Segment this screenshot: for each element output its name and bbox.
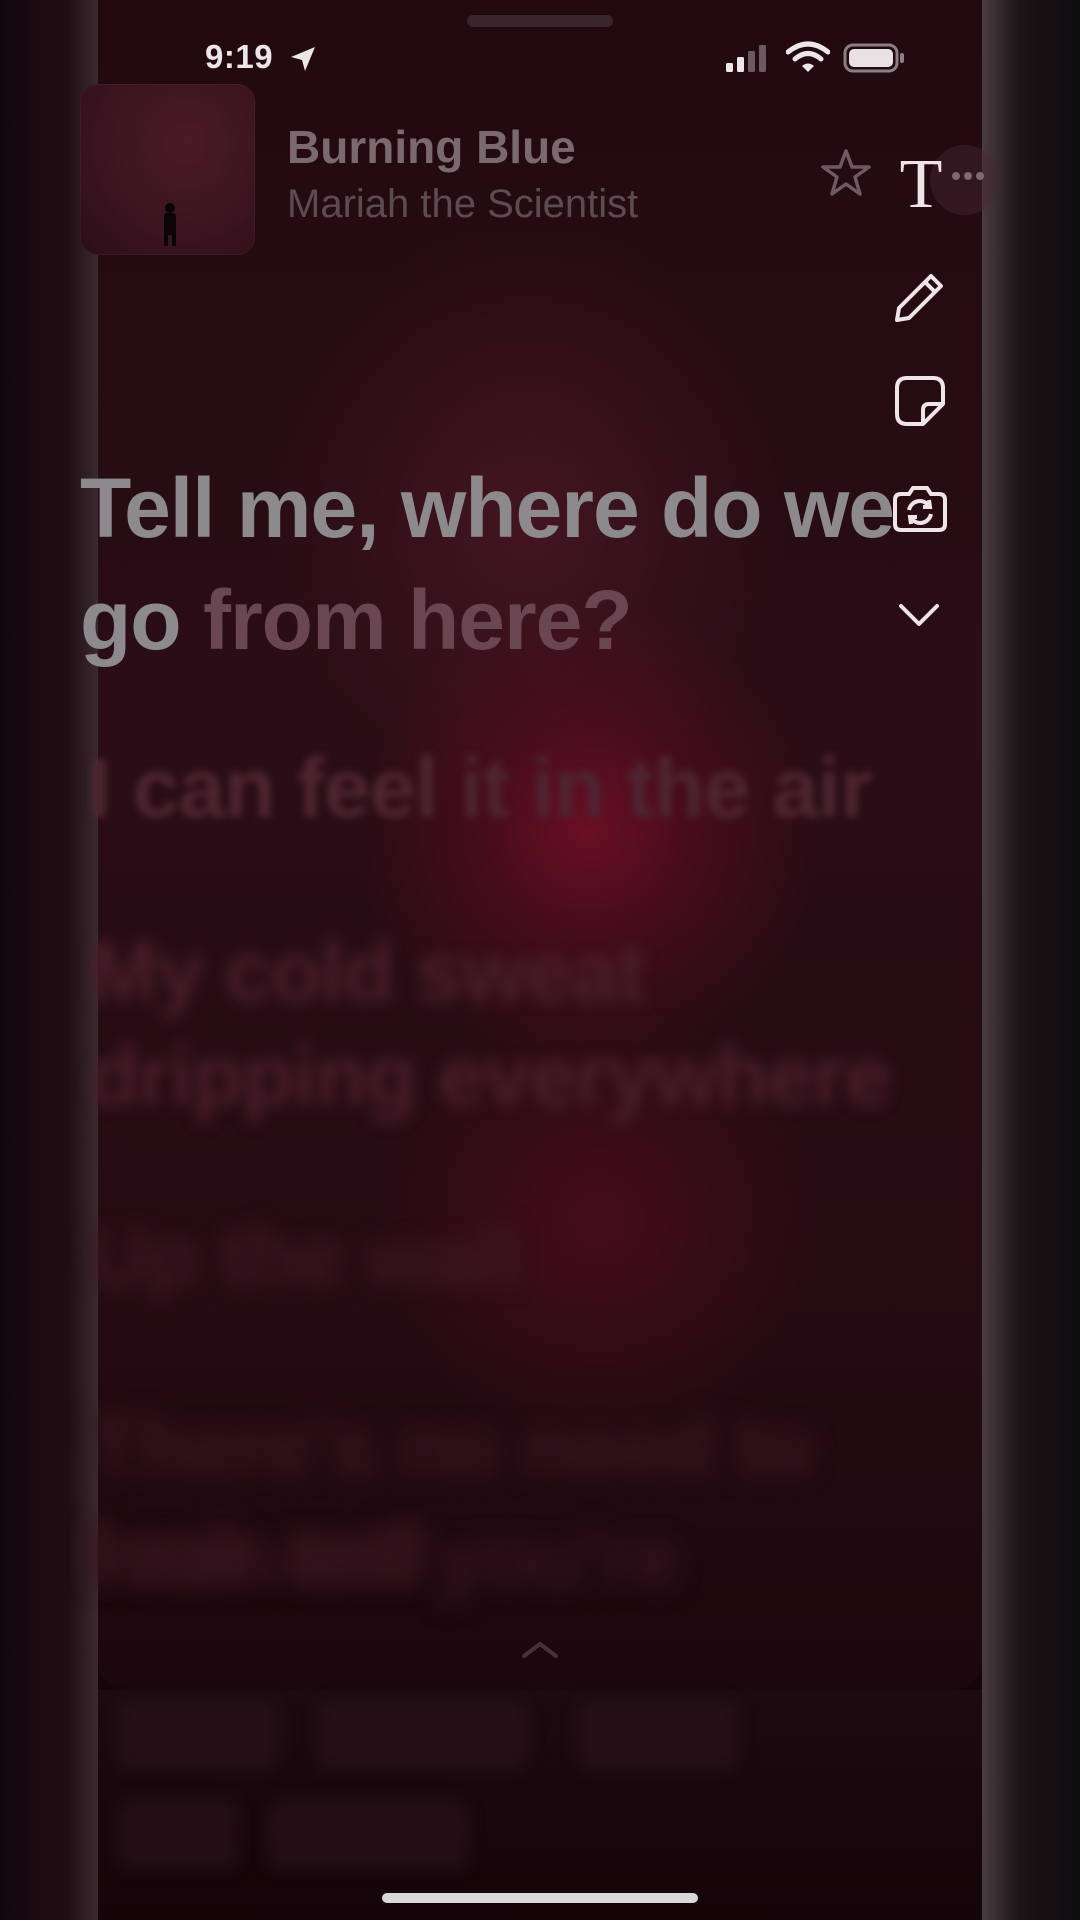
song-artist[interactable]: Mariah the Scientist	[287, 182, 638, 227]
lyric-line[interactable]: I can feel it in the air	[88, 736, 968, 840]
battery-icon	[843, 43, 904, 73]
text-tool-icon[interactable]: T	[891, 150, 951, 220]
sheet-grabber[interactable]	[467, 15, 613, 27]
right-edge-backdrop	[982, 0, 1080, 1920]
blurred-player-controls	[98, 1690, 982, 1920]
home-indicator[interactable]	[382, 1893, 698, 1903]
lyric-line[interactable]: I can tell you're	[88, 1505, 968, 1609]
album-artwork	[80, 84, 255, 255]
left-edge-backdrop	[0, 0, 98, 1920]
song-title: Burning Blue	[287, 121, 576, 173]
wifi-icon	[786, 41, 830, 72]
album-figure-silhouette	[164, 203, 176, 246]
ellipsis-icon	[952, 172, 984, 180]
lyric-line[interactable]: Up the wall	[88, 1205, 968, 1309]
pencil-icon[interactable]	[891, 270, 947, 326]
current-lyric-line[interactable]: Tell me, where do we go from here?	[80, 452, 960, 676]
upcoming-lyric-text: from here?	[202, 573, 633, 667]
lyric-line[interactable]: My cold sweat dripping everywhere	[88, 920, 968, 1128]
chevron-up-icon[interactable]	[520, 1640, 560, 1660]
location-arrow-icon	[291, 47, 315, 71]
cellular-signal-icon	[726, 45, 766, 72]
lyrics-share-screen: 9:19 Burning Blue Mariah the Scientist T…	[0, 0, 1080, 1920]
status-time: 9:19	[205, 38, 274, 75]
sticker-icon[interactable]	[893, 374, 947, 428]
star-icon[interactable]	[818, 146, 874, 202]
